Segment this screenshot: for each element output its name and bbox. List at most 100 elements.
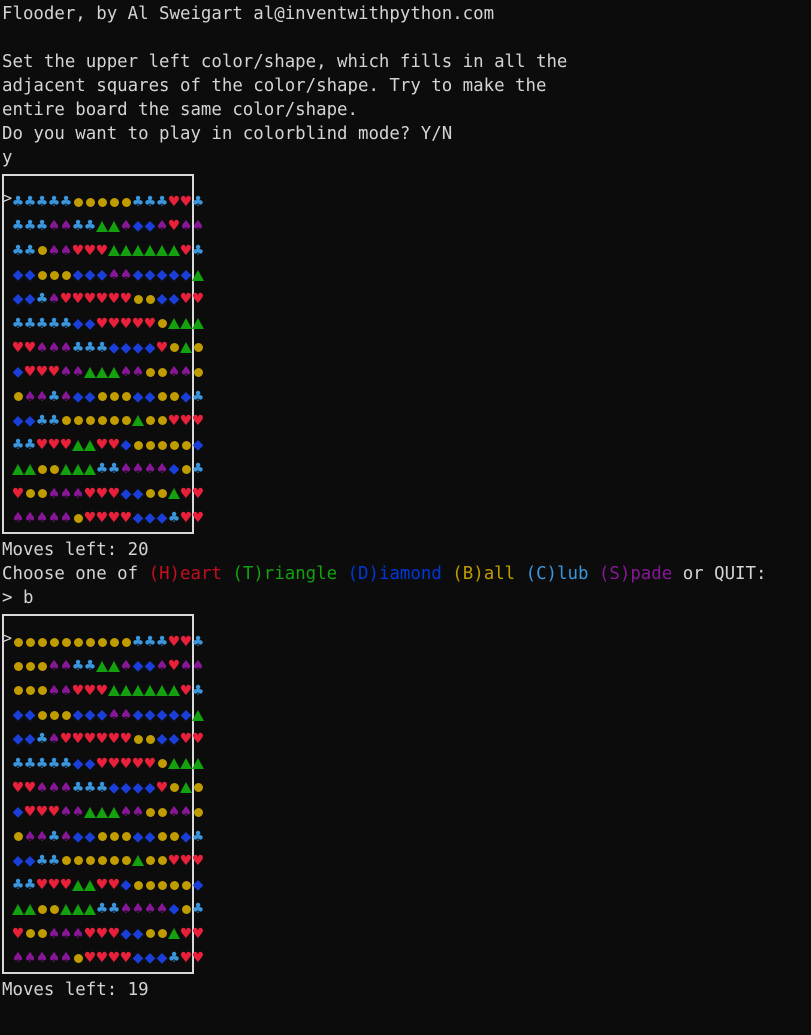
diamond-icon: ◆ — [12, 412, 24, 429]
triangle-icon — [24, 462, 36, 476]
club-icon: ♣ — [35, 852, 49, 869]
ball-icon — [12, 390, 24, 404]
heart-icon: ♥ — [83, 291, 97, 308]
heart-icon: ♥ — [179, 925, 193, 942]
club-icon: ♣ — [71, 339, 85, 356]
heart-icon: ♥ — [95, 877, 109, 894]
spade-icon: ♠ — [47, 218, 61, 235]
club-icon: ♣ — [47, 852, 61, 869]
diamond-icon: ◆ — [168, 731, 180, 748]
heart-icon: ♥ — [59, 291, 73, 308]
ball-icon — [72, 854, 84, 868]
board-row: ♣ ♣ ♣ ♣ ♣ ◆ ◆ ♥ ♥ ♥ ♥ ♥ — [12, 311, 204, 335]
club-icon: ♣ — [143, 194, 157, 211]
spade-icon: ♠ — [191, 658, 205, 675]
ball-icon — [48, 268, 60, 282]
triangle-icon — [168, 244, 180, 258]
ball-icon — [144, 365, 156, 379]
diamond-icon: ◆ — [132, 267, 144, 284]
heart-icon: ♥ — [83, 950, 97, 966]
club-icon: ♣ — [35, 194, 49, 211]
heart-icon: ♥ — [107, 437, 121, 454]
heart-icon: ♥ — [119, 291, 133, 308]
heart-icon: ♥ — [95, 510, 109, 526]
triangle-icon — [84, 902, 96, 916]
club-icon: ♣ — [35, 731, 49, 748]
spade-icon: ♠ — [119, 707, 133, 724]
heart-icon: ♥ — [179, 634, 193, 651]
heart-icon: ♥ — [167, 218, 181, 235]
ball-icon — [120, 830, 132, 844]
club-icon: ♣ — [35, 291, 49, 308]
option-spade: (S)pade — [598, 564, 673, 584]
club-icon: ♣ — [71, 218, 85, 235]
ball-icon — [156, 487, 168, 501]
heart-icon: ♥ — [167, 412, 181, 429]
spade-icon: ♠ — [11, 510, 25, 526]
heart-icon: ♥ — [179, 950, 193, 966]
club-icon: ♣ — [191, 242, 205, 259]
heart-icon: ♥ — [131, 755, 145, 772]
heart-icon: ♥ — [83, 682, 97, 699]
triangle-icon — [132, 684, 144, 698]
diamond-icon: ◆ — [144, 658, 156, 675]
ball-icon — [156, 414, 168, 428]
spade-icon: ♠ — [155, 658, 169, 675]
spade-icon: ♠ — [59, 218, 73, 235]
triangle-icon — [192, 708, 204, 722]
ball-icon — [156, 878, 168, 892]
command-input[interactable]: > b — [2, 586, 807, 610]
club-icon: ♣ — [107, 461, 121, 478]
club-icon: ♣ — [95, 339, 109, 356]
board-row: ♠ ♠ ♣ ♠ ◆ ◆ ◆ ◆ ◆ ♣ — [12, 824, 204, 848]
club-icon: ♣ — [23, 218, 37, 235]
spade-icon: ♠ — [179, 658, 193, 675]
moves-left: Moves left: 20 — [2, 540, 149, 560]
club-icon: ♣ — [23, 194, 37, 211]
spade-icon: ♠ — [47, 779, 61, 796]
diamond-icon: ◆ — [192, 877, 204, 894]
board-row: ♣ ♣ ♠ ♠ ♠ ♠ ◆ ♣ — [12, 457, 204, 481]
ball-icon — [36, 708, 48, 722]
ball-icon — [36, 462, 48, 476]
triangle-icon — [168, 757, 180, 771]
ball-icon — [72, 414, 84, 428]
spade-icon: ♠ — [59, 828, 73, 845]
heart-icon: ♥ — [119, 731, 133, 748]
heart-icon: ♥ — [23, 779, 37, 796]
club-icon: ♣ — [23, 877, 37, 894]
diamond-icon: ◆ — [120, 485, 132, 502]
club-icon: ♣ — [47, 755, 61, 772]
spade-icon: ♠ — [59, 779, 73, 796]
heart-icon: ♥ — [107, 755, 121, 772]
diamond-icon: ◆ — [156, 731, 168, 748]
ball-icon — [144, 438, 156, 452]
spade-icon: ♠ — [71, 804, 85, 821]
triangle-icon — [180, 757, 192, 771]
diamond-icon: ◆ — [120, 437, 132, 454]
board-row: ♣ ♣ ♣ ♠ ♠ ♣ ♣ ♠ ◆ ◆ ♠ ♥ ♠ ♠ — [12, 214, 205, 238]
heart-icon: ♥ — [47, 804, 61, 821]
spade-icon: ♠ — [59, 510, 73, 526]
heart-icon: ♥ — [179, 242, 193, 259]
heart-icon: ♥ — [179, 485, 193, 502]
ball-icon — [120, 635, 132, 649]
diamond-icon: ◆ — [132, 388, 144, 405]
spade-icon: ♠ — [71, 925, 85, 942]
diamond-icon: ◆ — [24, 267, 36, 284]
club-icon: ♣ — [107, 901, 121, 918]
diamond-icon: ◆ — [144, 339, 156, 356]
triangle-icon — [144, 244, 156, 258]
ball-icon — [120, 414, 132, 428]
heart-icon: ♥ — [35, 877, 49, 894]
ball-icon — [72, 635, 84, 649]
club-icon: ♣ — [11, 877, 25, 894]
ball-icon — [192, 781, 204, 795]
heart-icon: ♥ — [11, 779, 25, 796]
triangle-icon — [192, 757, 204, 771]
club-icon: ♣ — [23, 315, 37, 332]
ball-icon — [132, 438, 144, 452]
diamond-icon: ◆ — [156, 950, 168, 966]
board-grid: ♣ ♣ ♣ ♥ ♥ ♣ ♠ ♠ ♣ ♣ ♠ ◆ ◆ ♠ ♥ ♠ ♠ ♠ ♠ ♥ ♥ ♥ ♥ ♣ ◆ ◆ ◆ ◆ ◆ ♠ ♠ ◆ ◆ ◆ ◆ ◆ ◆ ◆ ♣ ♠… — [11, 630, 205, 970]
